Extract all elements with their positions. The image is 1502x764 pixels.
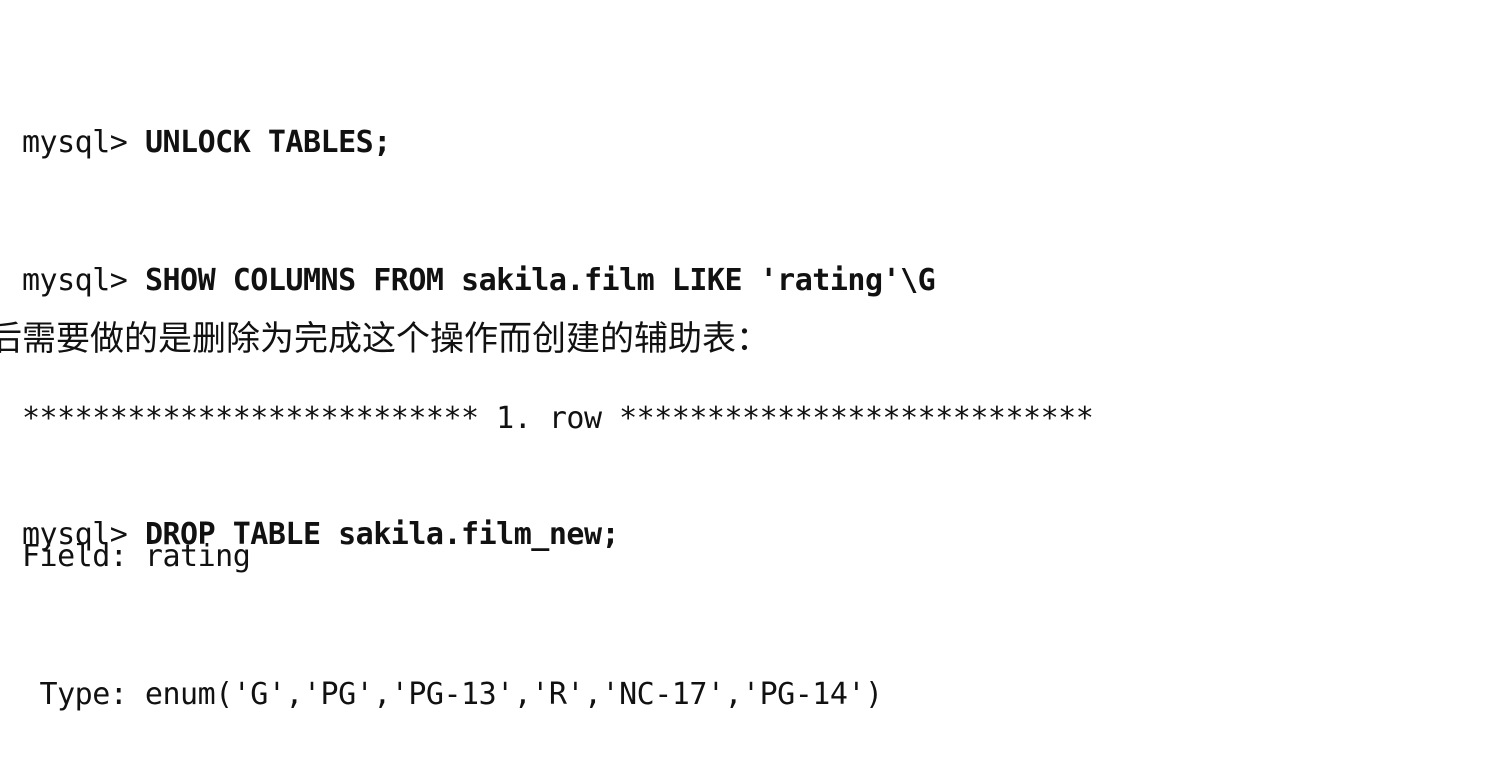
code-block-2: mysql> DROP TABLE sakila.film_new; (22, 420, 620, 604)
body-paragraph: 后需要做的是删除为完成这个操作而创建的辅助表： (0, 319, 770, 359)
sql-command: SHOW COLUMNS FROM sakila.film LIKE 'rati… (144, 263, 936, 298)
code-block-1: mysql> UNLOCK TABLES; mysql> SHOW COLUMN… (22, 28, 1094, 764)
sql-command: DROP TABLE sakila.film_new; (144, 517, 620, 552)
code-line-unlock: mysql> UNLOCK TABLES; (22, 120, 1093, 166)
sql-command: UNLOCK TABLES; (144, 125, 391, 160)
mysql-prompt: mysql> (22, 517, 145, 552)
output-type-line: Type: enum('G','PG','PG-13','R','NC-17',… (22, 677, 883, 712)
mysql-prompt: mysql> (22, 263, 145, 298)
code-line-drop-table: mysql> DROP TABLE sakila.film_new; (22, 512, 620, 558)
mysql-prompt: mysql> (22, 125, 145, 160)
code-line-show-columns: mysql> SHOW COLUMNS FROM sakila.film LIK… (22, 258, 1093, 304)
